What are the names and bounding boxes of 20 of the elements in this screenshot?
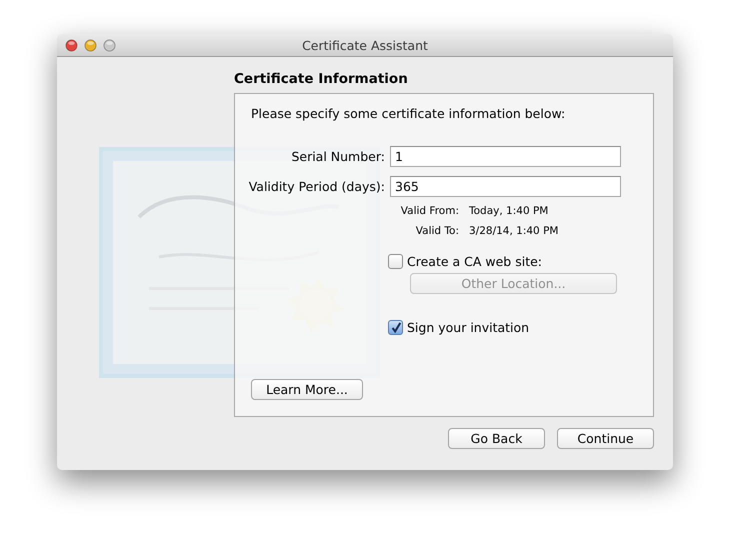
dialog-button[interactable]: Go Back bbox=[448, 428, 545, 449]
field-label: Serial Number: bbox=[290, 149, 385, 164]
field-label: Validity Period (days): bbox=[248, 179, 385, 194]
window-title: Certificate Assistant bbox=[302, 38, 428, 53]
dialog-button[interactable]: Continue bbox=[557, 428, 654, 449]
checkbox[interactable] bbox=[388, 320, 403, 335]
date-value: Today, 1:40 PM bbox=[469, 205, 550, 217]
input-field[interactable]: 365 bbox=[390, 176, 621, 197]
close-button[interactable] bbox=[65, 38, 78, 52]
date-label: Valid From: bbox=[400, 205, 459, 217]
section-heading: Certificate Information bbox=[234, 71, 409, 89]
learn-more-button[interactable]: Learn More... bbox=[251, 379, 363, 400]
date-label: Valid To: bbox=[414, 225, 459, 237]
date-value: 3/28/14, 1:40 PM bbox=[469, 225, 560, 237]
intro-text: Please specify some certificate information below: bbox=[251, 106, 566, 123]
minimize-button[interactable] bbox=[84, 38, 97, 52]
checkbox-label: Sign your invitation bbox=[407, 320, 530, 335]
checkbox-label: Create a CA web site: bbox=[407, 254, 542, 269]
checkbox[interactable] bbox=[388, 254, 403, 269]
input-field[interactable]: 1 bbox=[390, 146, 621, 167]
